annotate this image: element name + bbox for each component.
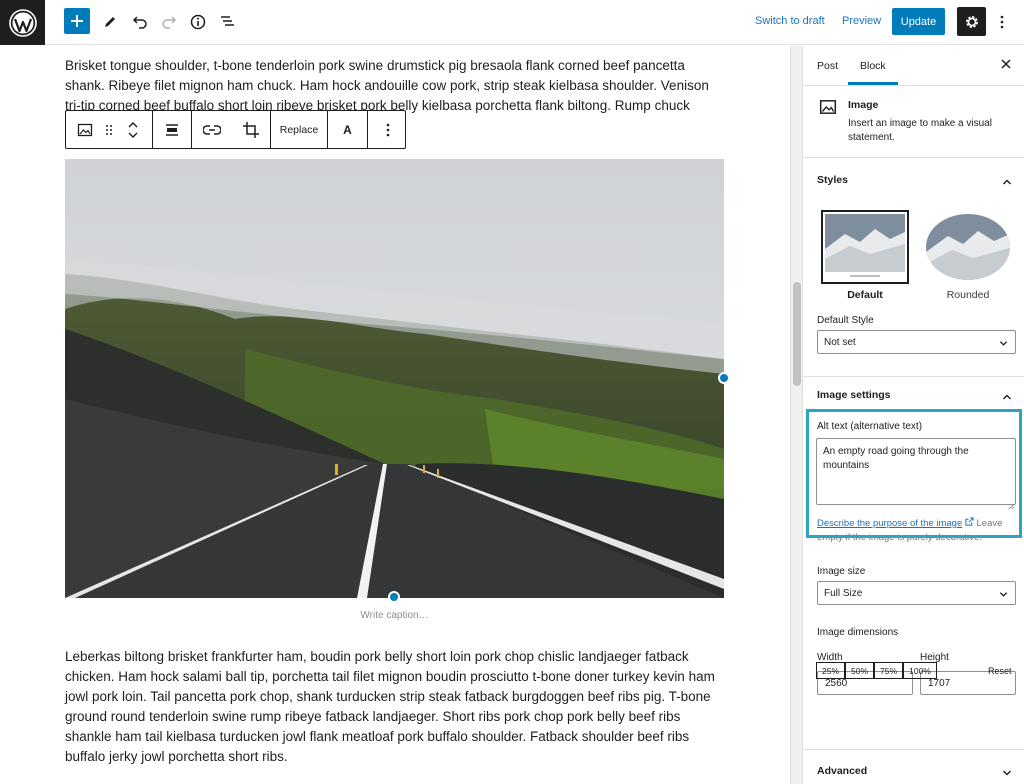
more-options-icon[interactable] <box>989 9 1015 35</box>
image-size-select[interactable]: Full Size <box>817 581 1016 605</box>
style-rounded-option[interactable]: Rounded <box>924 210 1012 301</box>
block-card-title: Image <box>848 99 879 111</box>
alt-text-highlight-box <box>806 409 1022 538</box>
image-caption-input[interactable]: Write caption… <box>65 610 724 621</box>
chevron-up-icon[interactable] <box>1002 389 1012 400</box>
style-default-preview <box>821 210 909 284</box>
drag-handle-icon[interactable] <box>104 111 114 148</box>
block-toolbar-group-block <box>66 111 153 148</box>
align-icon[interactable] <box>153 111 191 148</box>
move-up-down-icon[interactable] <box>114 111 152 148</box>
image-block-icon[interactable] <box>66 111 104 148</box>
image-block-mountain-road[interactable] <box>65 159 724 598</box>
block-toolbar-group-media <box>192 111 271 148</box>
crop-icon[interactable] <box>231 111 270 148</box>
switch-to-draft-button[interactable]: Switch to draft <box>755 15 825 27</box>
reset-dimensions-button[interactable]: Reset <box>988 666 1012 676</box>
chevron-up-icon[interactable] <box>1002 174 1012 185</box>
image-dimensions-label: Image dimensions <box>817 627 899 638</box>
sidebar-tabs: Post Block <box>803 46 1024 86</box>
tab-post[interactable]: Post <box>817 60 838 72</box>
settings-gear-icon[interactable] <box>957 7 986 36</box>
editor-canvas: Brisket tongue shoulder, t-bone tenderlo… <box>0 46 790 784</box>
image-size-label: Image size <box>817 566 866 577</box>
divider <box>803 376 1024 377</box>
chevron-down-icon <box>999 339 1008 351</box>
block-toolbar: Replace A <box>65 110 406 149</box>
default-style-label: Default Style <box>817 315 874 326</box>
update-button[interactable]: Update <box>892 8 945 35</box>
block-more-options-icon[interactable] <box>368 111 408 148</box>
block-toolbar-group-more <box>368 111 408 148</box>
replace-button[interactable]: Replace <box>271 111 327 148</box>
default-style-value: Not set <box>824 337 856 348</box>
link-icon[interactable] <box>192 111 231 148</box>
block-card-description: Insert an image to make a visual stateme… <box>848 118 992 143</box>
editor-scrollbar-thumb[interactable] <box>793 282 801 386</box>
block-toolbar-group-align <box>153 111 192 148</box>
size-50-button[interactable]: 50% <box>845 662 874 679</box>
style-rounded-preview <box>924 210 1012 284</box>
block-toolbar-group-text: A <box>328 111 368 148</box>
preview-button[interactable]: Preview <box>842 15 881 27</box>
size-25-button[interactable]: 25% <box>816 662 845 679</box>
default-style-select[interactable]: Not set <box>817 330 1016 354</box>
style-default-label: Default <box>847 289 883 301</box>
mountain-road-image <box>65 159 724 598</box>
add-block-icon[interactable] <box>64 8 90 34</box>
block-card: Image Insert an image to make a visual s… <box>803 86 1024 158</box>
paragraph-block-top[interactable]: Brisket tongue shoulder, t-bone tenderlo… <box>65 56 725 116</box>
pencil-icon[interactable] <box>97 9 123 35</box>
divider <box>803 749 1024 750</box>
size-100-button[interactable]: 100% <box>903 662 937 679</box>
styles-panel-title[interactable]: Styles <box>817 174 848 186</box>
size-75-button[interactable]: 75% <box>874 662 903 679</box>
close-sidebar-icon[interactable] <box>1001 56 1011 72</box>
style-rounded-label: Rounded <box>946 289 990 301</box>
image-settings-panel-title[interactable]: Image settings <box>817 389 891 401</box>
paragraph-block-bottom[interactable]: Leberkas biltong brisket frankfurter ham… <box>65 647 725 767</box>
undo-icon[interactable] <box>127 9 153 35</box>
advanced-panel-title[interactable]: Advanced <box>817 765 867 777</box>
tab-block[interactable]: Block <box>848 60 898 85</box>
chevron-down-icon[interactable] <box>1002 765 1012 776</box>
resize-handle-bottom[interactable] <box>388 591 400 603</box>
editor-scrollbar[interactable] <box>790 46 802 784</box>
resize-handle-right[interactable] <box>718 372 730 384</box>
chevron-down-icon <box>999 590 1008 602</box>
block-toolbar-group-replace: Replace <box>271 111 328 148</box>
editor-top-bar: Switch to draft Preview Update <box>0 0 1024 45</box>
style-default-option[interactable]: Default <box>821 210 909 301</box>
text-overlay-button[interactable]: A <box>328 111 367 148</box>
image-size-value: Full Size <box>824 588 863 599</box>
redo-icon[interactable] <box>156 9 182 35</box>
list-view-icon[interactable] <box>214 9 240 35</box>
wordpress-logo-icon[interactable] <box>0 0 45 45</box>
image-block-card-icon <box>819 98 837 121</box>
info-icon[interactable] <box>185 9 211 35</box>
